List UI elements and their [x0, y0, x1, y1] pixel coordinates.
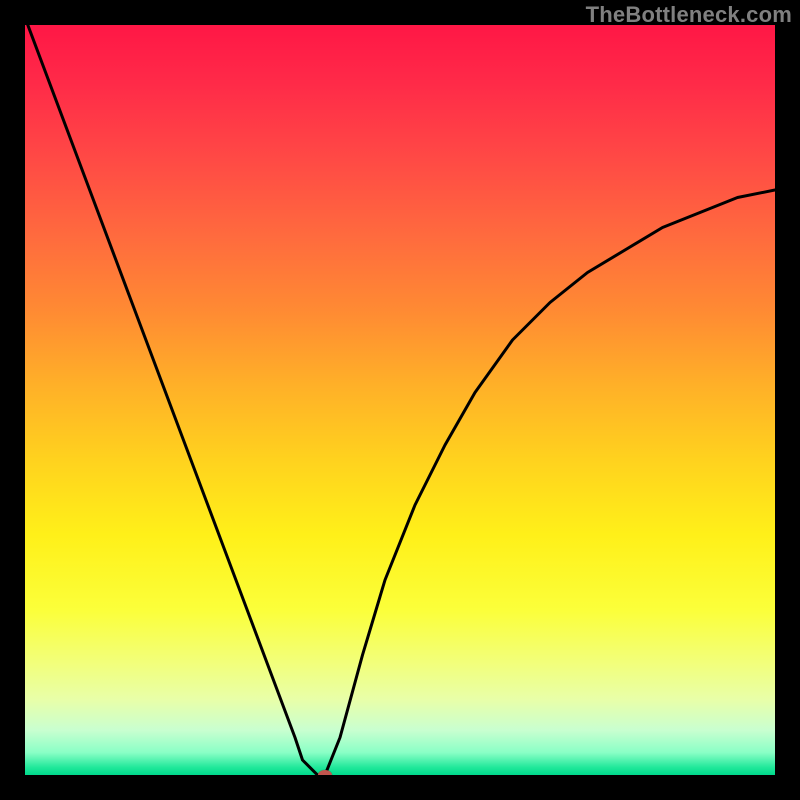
- chart-frame: TheBottleneck.com: [0, 0, 800, 800]
- optimal-point-marker: [318, 770, 332, 775]
- bottleneck-curve-path: [25, 25, 775, 775]
- plot-area: [25, 25, 775, 775]
- chart-curve: [25, 25, 775, 775]
- watermark-label: TheBottleneck.com: [586, 2, 792, 28]
